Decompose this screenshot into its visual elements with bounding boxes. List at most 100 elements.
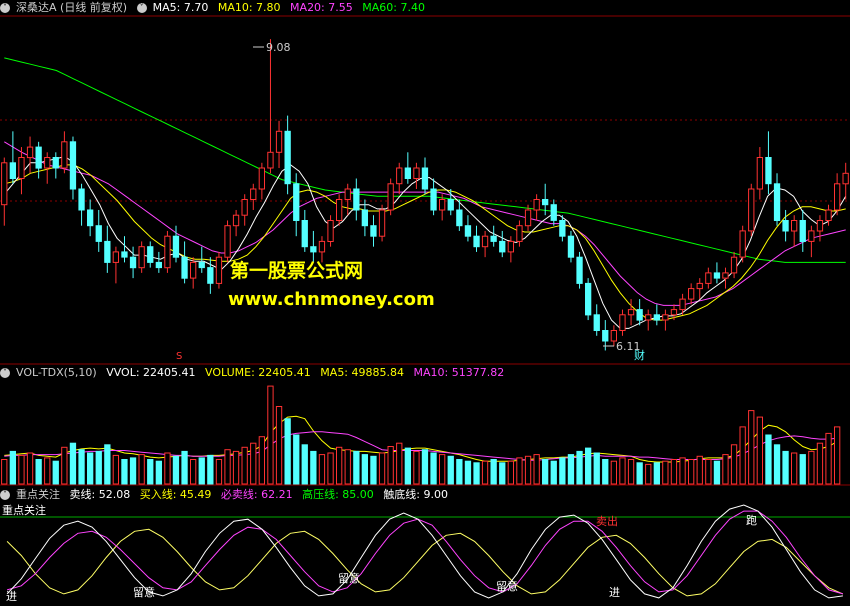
candle-body: [413, 167, 420, 179]
volume-bar: [670, 459, 678, 485]
volume-bar: [241, 446, 248, 485]
volume-bar: [112, 454, 119, 485]
volume-bar: [636, 462, 643, 485]
candle-body: [593, 314, 600, 331]
price-title[interactable]: 深桑达A (日线 前复权): [16, 1, 127, 14]
indicator-inner-title: 重点关注: [2, 503, 46, 517]
volume-bar: [773, 444, 781, 485]
volume-bar: [104, 444, 111, 485]
candle-body: [756, 157, 764, 190]
candle-body: [825, 209, 832, 221]
chevron-down-icon[interactable]: ˅: [0, 368, 10, 378]
volume-bar: [172, 455, 180, 485]
volume-bar: [739, 426, 746, 485]
candle-body: [155, 261, 162, 269]
volume-bar: [516, 457, 523, 485]
watermark-url: www.chnmoney.com: [228, 289, 435, 310]
volume-bar: [722, 454, 729, 485]
candle-body: [791, 220, 798, 232]
volume-bar: [129, 457, 137, 485]
volume-bar: [87, 452, 94, 485]
volume-bar: [78, 449, 85, 485]
signal-2: 留意: [133, 585, 155, 599]
candle-body: [567, 235, 575, 258]
volume-bar: [696, 455, 703, 485]
volume-bar: [567, 454, 575, 485]
volume-bar: [808, 450, 815, 485]
volume-bar: [370, 455, 377, 485]
volume-bar: [147, 459, 154, 485]
candle-body: [447, 199, 454, 211]
candle-body: [95, 225, 102, 242]
candle-body: [172, 235, 180, 258]
volume-bar: [35, 459, 42, 485]
volume-title[interactable]: VOL-TDX(5,10): [16, 366, 97, 379]
volume-bar: [748, 410, 755, 485]
candle-body: [129, 256, 137, 269]
candle-body: [473, 235, 480, 248]
volume-bar: [138, 454, 145, 485]
marker-s: S: [176, 351, 182, 362]
volume-bar: [825, 432, 832, 485]
volume-ma5-label: MA5: 49885.84: [320, 366, 404, 379]
volume-bar: [207, 454, 214, 485]
candle-body: [439, 199, 446, 211]
candle-body: [104, 240, 111, 263]
candle-body: [284, 130, 291, 185]
candle-body: [765, 157, 772, 185]
candle-body: [619, 314, 626, 331]
volume-bar: [490, 459, 497, 485]
candle-body: [327, 220, 334, 242]
volume-bar: [327, 452, 334, 485]
candle-body: [18, 157, 25, 179]
candle-body: [636, 309, 643, 321]
volume-bar: [9, 450, 16, 485]
candle-body: [748, 188, 755, 232]
volume-bar: [18, 454, 25, 485]
volume-bar: [155, 460, 162, 485]
volume-bar: [310, 450, 317, 485]
volume-bar: [267, 385, 274, 485]
volume-bar: [791, 452, 798, 485]
chevron-down-icon[interactable]: ˅: [136, 3, 147, 13]
candle-body: [275, 130, 283, 153]
volume-bar: [26, 452, 34, 485]
candle-body: [387, 183, 394, 211]
candle-body: [713, 272, 721, 279]
volume-bar: [198, 457, 205, 485]
volume-bar: [550, 460, 557, 485]
candle-body: [318, 240, 326, 253]
volume-bar: [52, 460, 59, 485]
volume-bar: [499, 462, 506, 485]
candle-body: [310, 246, 317, 253]
volume-bar: [542, 459, 549, 485]
candle-body: [816, 220, 824, 232]
volume-ma5-line: [4, 415, 838, 463]
chevron-down-icon[interactable]: ˅: [0, 490, 10, 500]
indicator-title[interactable]: 重点关注: [16, 488, 60, 501]
signal-4: 留意: [496, 579, 518, 593]
price-ma10-label: MA10: 7.80: [217, 1, 281, 14]
volume-bar: [301, 444, 308, 485]
volume-bar: [524, 455, 532, 485]
candle-body: [112, 251, 119, 263]
candle-body: [490, 235, 497, 242]
candle-body: [26, 146, 34, 159]
candle-body: [533, 199, 540, 211]
volume-bar: [679, 457, 686, 485]
pressure-line-label: 高压线: 85.00: [302, 488, 374, 501]
volume-bar: [413, 450, 420, 485]
candle-body: [842, 172, 849, 185]
candle-body: [782, 220, 789, 232]
candle-body: [670, 309, 678, 316]
candle-body: [481, 235, 489, 248]
volume-bar: [447, 455, 454, 485]
volume-bar: [730, 444, 738, 485]
volume-bar: [224, 449, 231, 485]
volume-bar: [95, 450, 102, 485]
volume-bars: [1, 385, 841, 485]
candle-body: [799, 220, 806, 242]
volume-bar: [275, 406, 283, 485]
volume-header: ˅ VOL-TDX(5,10) VVOL: 22405.41 VOLUME: 22…: [0, 365, 510, 381]
chevron-down-icon[interactable]: ˅: [0, 3, 10, 13]
